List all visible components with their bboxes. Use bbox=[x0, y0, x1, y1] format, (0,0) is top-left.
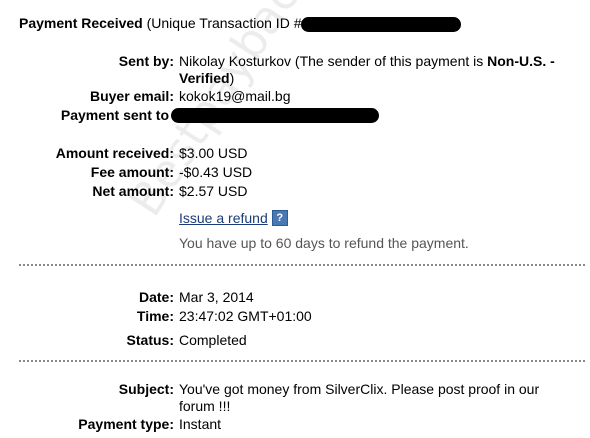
subject-value: You've got money from SilverClix. Please… bbox=[179, 381, 540, 414]
sender-name: Nikolay Kosturkov bbox=[179, 53, 292, 69]
redacted-transaction-id bbox=[301, 16, 462, 32]
title-bold: Payment Received bbox=[19, 15, 143, 31]
fee-amount-label: Fee amount: bbox=[90, 164, 174, 180]
refund-link-wrap: Issue a refund? bbox=[179, 210, 579, 227]
date-value: Mar 3, 2014 bbox=[179, 289, 254, 305]
buyer-email-value: kokok19@mail.bg bbox=[179, 88, 291, 104]
sent-by-value: Nikolay Kosturkov (The sender of this pa… bbox=[179, 53, 579, 87]
amount-received-label: Amount received: bbox=[55, 145, 174, 161]
time-value: 23:47:02 GMT+01:00 bbox=[179, 308, 312, 324]
help-icon[interactable]: ? bbox=[271, 210, 288, 226]
redacted-recipient-email bbox=[171, 108, 379, 123]
refund-note: You have up to 60 days to refund the pay… bbox=[179, 235, 469, 251]
section-divider bbox=[19, 264, 585, 266]
page-title: Payment Received (Unique Transaction ID … bbox=[19, 14, 462, 32]
status-label: Status: bbox=[126, 332, 174, 348]
subject-label: Subject: bbox=[118, 381, 174, 397]
status-value: Completed bbox=[179, 332, 247, 348]
sender-note-prefix: (The sender of this payment is bbox=[291, 53, 488, 69]
title-transaction-prefix: (Unique Transaction ID # bbox=[142, 15, 302, 31]
fee-amount-value: -$0.43 USD bbox=[179, 164, 253, 180]
sent-by-label: Sent by: bbox=[118, 53, 174, 69]
amount-received-value: $3.00 USD bbox=[179, 145, 248, 161]
date-label: Date: bbox=[138, 289, 174, 305]
section-divider bbox=[19, 360, 585, 362]
net-amount-value: $2.57 USD bbox=[179, 183, 248, 199]
sender-note-suffix: ) bbox=[229, 70, 235, 86]
net-amount-label: Net amount: bbox=[92, 183, 174, 199]
payment-type-value: Instant bbox=[179, 416, 222, 432]
payment-type-label: Payment type: bbox=[78, 416, 174, 432]
payment-sent-to-label: Payment sent to bbox=[60, 107, 169, 123]
issue-refund-link[interactable]: Issue a refund bbox=[179, 210, 268, 226]
buyer-email-label: Buyer email: bbox=[89, 88, 174, 104]
time-label: Time: bbox=[136, 308, 174, 324]
